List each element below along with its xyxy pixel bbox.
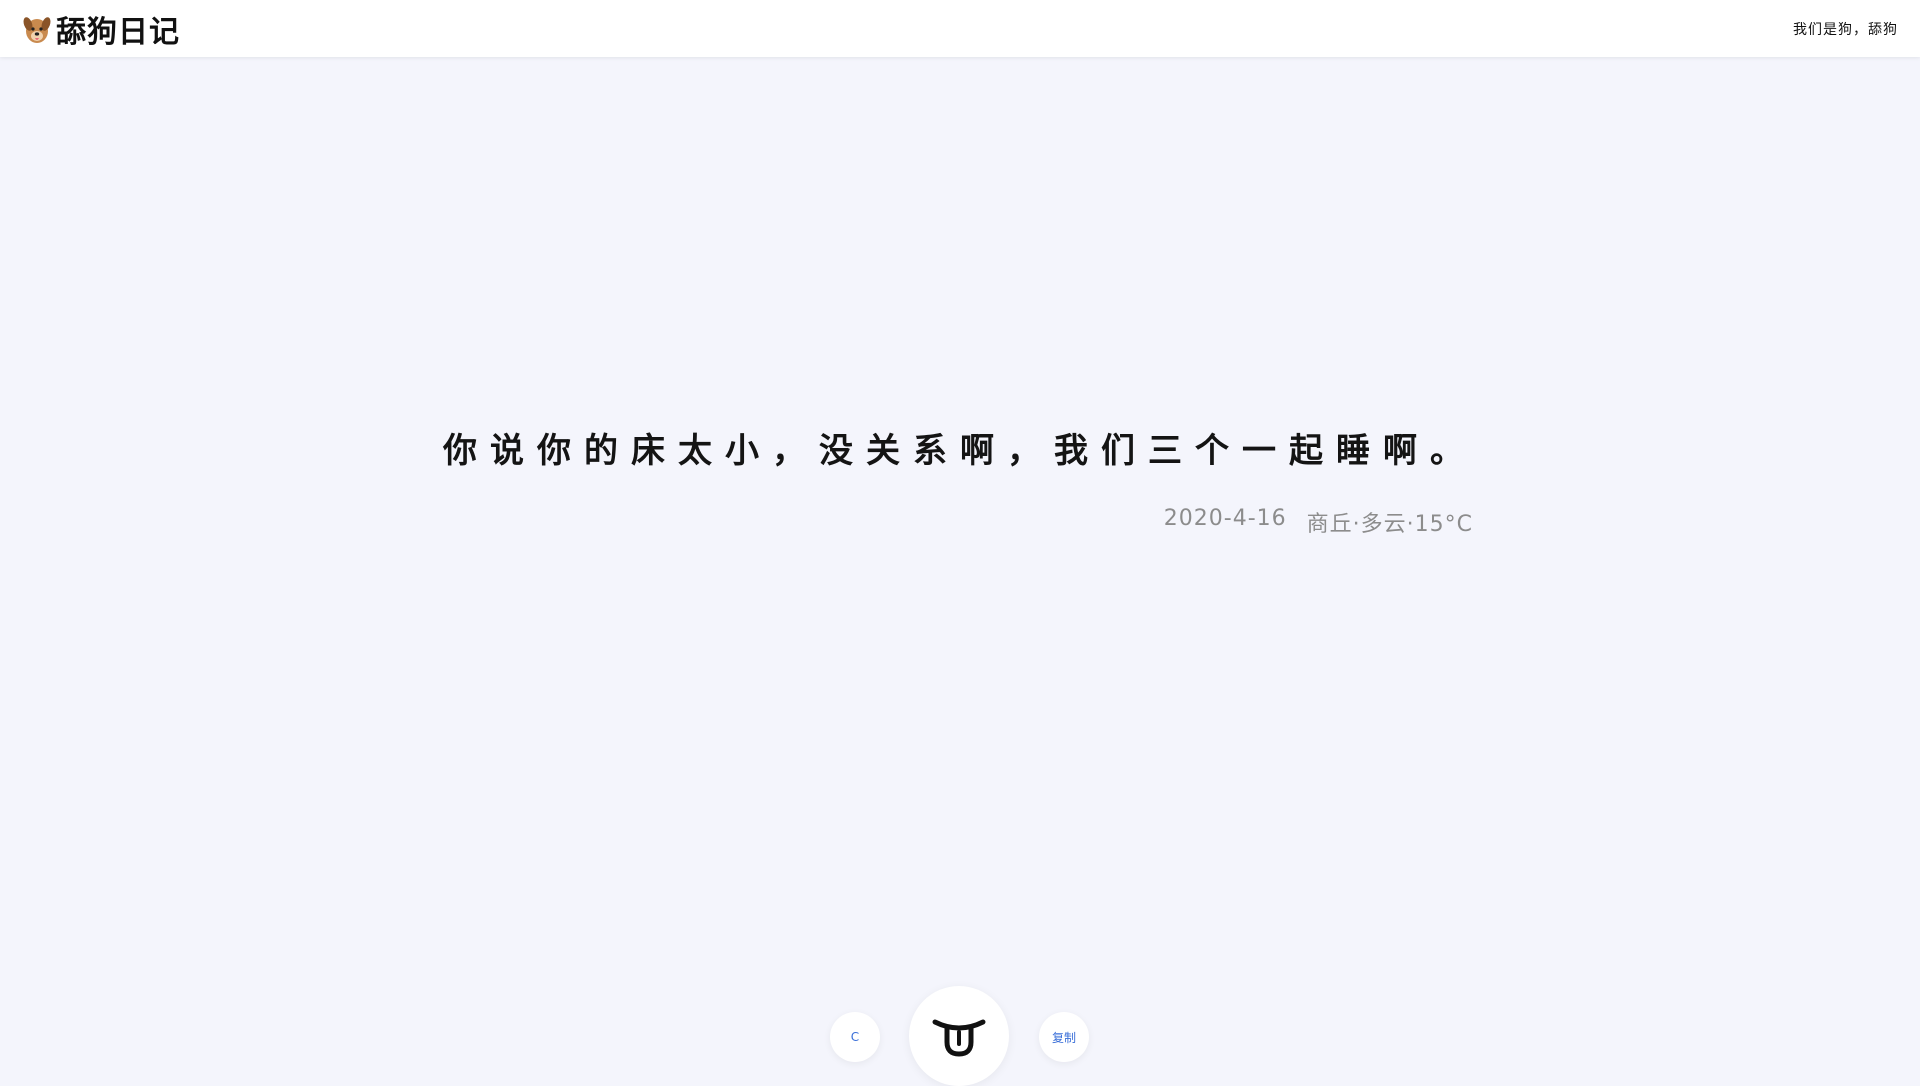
diary-date: 2020-4-16 [1163, 506, 1287, 531]
dog-avatar-icon [23, 16, 51, 43]
main-content: 你说你的床太小，没关系啊，我们三个一起睡啊。 2020-4-16 商丘·多云·1… [0, 57, 1920, 1086]
site-slogan: 我们是狗，舔狗 [1793, 21, 1898, 38]
site-title: 舔狗日记 [56, 14, 180, 50]
diary-meta: 2020-4-16 商丘·多云·15°C [1164, 506, 1473, 538]
diary-quote: 你说你的床太小，没关系啊，我们三个一起睡啊。 [443, 431, 1477, 471]
refresh-label: C [850, 1030, 860, 1044]
copy-label: 复制 [1051, 1030, 1076, 1045]
copy-button[interactable]: 复制 [1039, 1012, 1089, 1062]
top-header: 舔狗日记 我们是狗，舔狗 [0, 0, 1920, 57]
refresh-button[interactable]: C [830, 1012, 880, 1062]
control-bar: C 复制 [0, 929, 1920, 1086]
diary-weather: 商丘·多云·15°C [1306, 512, 1473, 537]
tongue-face-icon [932, 1019, 986, 1057]
brand-link[interactable]: 舔狗日记 [22, 7, 180, 51]
lick-button[interactable] [909, 986, 1009, 1086]
